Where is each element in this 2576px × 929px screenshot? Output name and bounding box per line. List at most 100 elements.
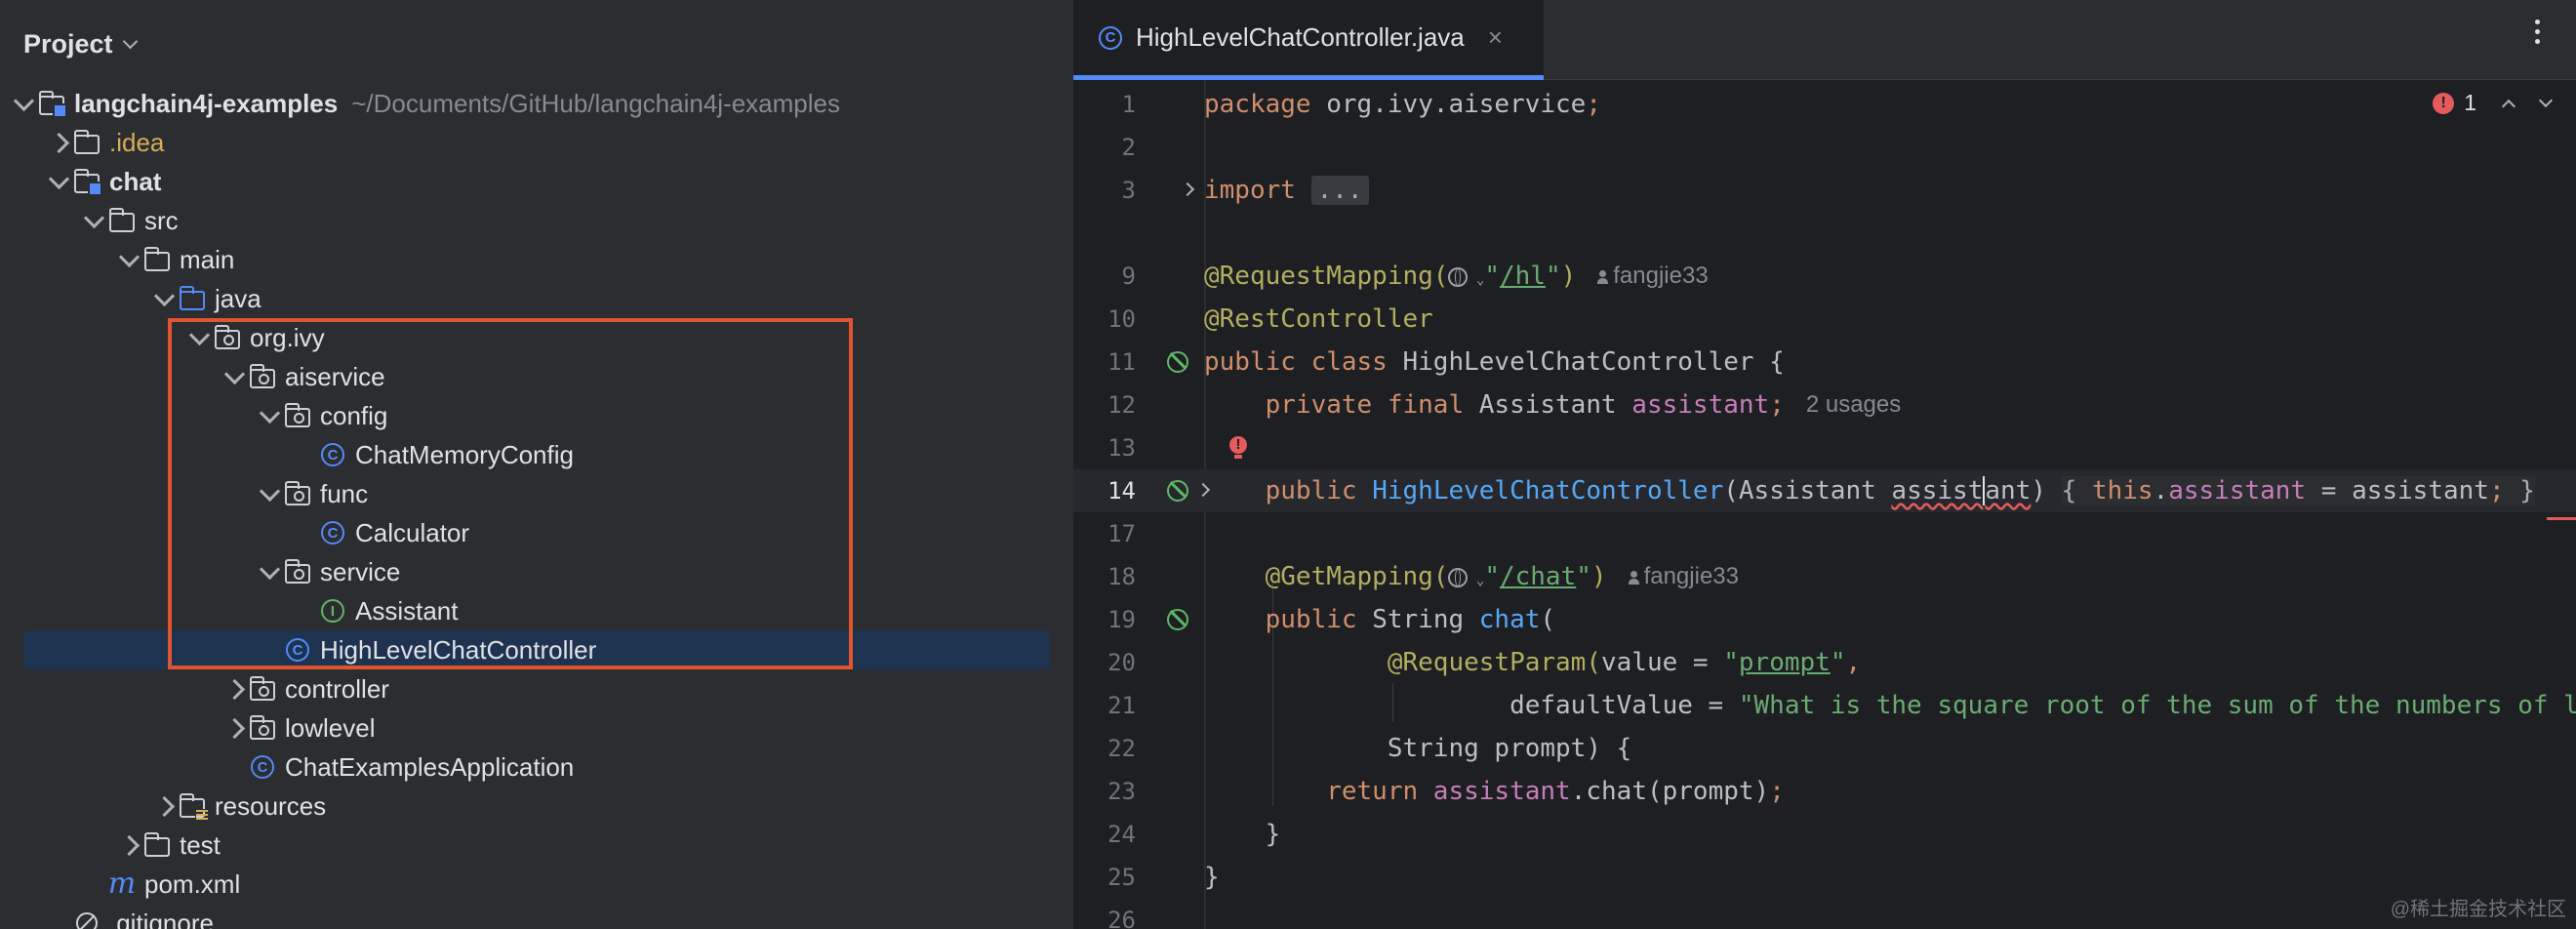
tree-item-label: HighLevelChatController	[320, 634, 597, 665]
spring-bean-icon[interactable]	[1167, 351, 1188, 373]
project-path: ~/Documents/GitHub/langchain4j-examples	[351, 88, 840, 118]
endpoint-icon[interactable]	[1167, 609, 1188, 630]
line-number: 3	[1121, 177, 1136, 204]
tree-item-label: Assistant	[355, 595, 459, 626]
chevron-down-icon[interactable]	[115, 240, 142, 279]
tree-item-resources[interactable]: resources	[150, 787, 1073, 826]
tree-item-label: main	[180, 244, 235, 274]
author-hint: fangjie33	[1628, 563, 1739, 590]
tree-item-chat[interactable]: chat	[45, 162, 1071, 201]
chevron-down-icon[interactable]	[150, 279, 178, 318]
class-icon: C	[1099, 25, 1122, 50]
interface-icon: I	[318, 597, 347, 625]
folder-icon	[142, 246, 172, 273]
code-line[interactable]: 13 !	[1073, 426, 2576, 469]
chevron-right-icon[interactable]	[221, 669, 248, 708]
tree-item-highlevelchatcontroller[interactable]: C HighLevelChatController	[23, 630, 1050, 669]
tree-item-aiservice[interactable]: aiservice	[221, 357, 1073, 396]
fold-chevron-icon[interactable]	[1180, 182, 1195, 197]
tree-item-label: .idea	[109, 127, 165, 157]
folded-imports[interactable]: ...	[1310, 176, 1369, 205]
code-line[interactable]: 12 private final Assistant assistant; 2 …	[1073, 384, 2576, 426]
tree-item-controller[interactable]: controller	[221, 669, 1073, 708]
code-line[interactable]: 1 package org.ivy.aiservice;	[1073, 83, 2576, 126]
chevron-down-icon[interactable]	[256, 396, 283, 435]
project-view-selector[interactable]: Project	[23, 26, 138, 61]
line-number: 23	[1107, 778, 1136, 805]
chevron-right-icon[interactable]	[115, 826, 142, 865]
code-line[interactable]: 9 @RequestMapping( ⌄"/hl") fangjie33	[1073, 255, 2576, 298]
tree-item-langchain4j-examples[interactable]: langchain4j-examples ~/Documents/GitHub/…	[10, 84, 1036, 123]
code-line[interactable]: 22 String prompt) {	[1073, 727, 2576, 770]
chevron-down-icon[interactable]	[256, 552, 283, 591]
code-line[interactable]: 20 @RequestParam(value = "prompt",	[1073, 641, 2576, 684]
author-hint: fangjie33	[1597, 263, 1709, 290]
watermark: @稀土掘金技术社区	[2390, 899, 2566, 920]
code-line[interactable]: 18 @GetMapping( ⌄"/chat") fangjie33	[1073, 555, 2576, 598]
tree-item-org-ivy[interactable]: org.ivy	[185, 318, 1073, 357]
line-number: 9	[1121, 263, 1136, 290]
line-number: 20	[1107, 649, 1136, 676]
code-line[interactable]: 10 @RestController	[1073, 298, 2576, 341]
code-line[interactable]: 17	[1073, 512, 2576, 555]
line-number: 14	[1107, 477, 1136, 505]
more-options-icon[interactable]	[2531, 20, 2543, 44]
code-line-current[interactable]: 14 public HighLevelChatController(Assist…	[1073, 469, 2576, 512]
chevron-down-icon[interactable]	[185, 318, 213, 357]
code-line[interactable]: 23 return assistant.chat(prompt);	[1073, 770, 2576, 813]
code-line[interactable]: 3 import ...	[1073, 169, 2576, 212]
chevron-down-icon[interactable]	[221, 357, 248, 396]
line-number: 11	[1107, 348, 1136, 376]
tree-item-label: org.ivy	[250, 322, 325, 352]
code-line[interactable]: 25 }	[1073, 856, 2576, 899]
person-icon	[1597, 269, 1609, 284]
line-number: 10	[1107, 305, 1136, 333]
tree-item-test[interactable]: test	[115, 826, 1073, 865]
tree-item-pom-xml[interactable]: m pom.xml	[80, 865, 1073, 904]
class-icon: C	[318, 441, 347, 468]
chevron-down-icon[interactable]	[45, 162, 72, 201]
class-icon: C	[283, 636, 312, 664]
error-stripe-marker[interactable]	[2547, 517, 2576, 520]
tree-item-lowlevel[interactable]: lowlevel	[221, 708, 1073, 747]
code-line[interactable]: 24 }	[1073, 813, 2576, 856]
editor-tab-highlevelchatcontroller[interactable]: C HighLevelChatController.java ×	[1073, 0, 1544, 80]
code-line[interactable]: 26	[1073, 899, 2576, 929]
error-bulb-icon[interactable]: !	[1229, 436, 1247, 459]
chevron-right-icon[interactable]	[221, 708, 248, 747]
tree-item-label: aiservice	[285, 361, 385, 391]
chevron-down-icon[interactable]	[10, 84, 37, 123]
chevron-right-icon[interactable]	[45, 123, 72, 162]
tree-item-idea[interactable]: .idea	[45, 123, 1071, 162]
code-editor[interactable]: C HighLevelChatController.java × ! 1 1 p…	[1073, 0, 2576, 929]
tree-item-java[interactable]: java	[150, 279, 1073, 318]
person-icon	[1628, 570, 1639, 585]
tree-item-chatmemoryconfig[interactable]: C ChatMemoryConfig	[291, 435, 1073, 474]
module-folder-icon	[72, 168, 102, 196]
chevron-down-icon[interactable]	[256, 474, 283, 513]
close-icon[interactable]: ×	[1488, 22, 1503, 53]
globe-icon[interactable]	[1448, 266, 1469, 287]
folder-icon	[142, 831, 172, 859]
class-icon: C	[318, 519, 347, 546]
tree-item-src[interactable]: src	[80, 201, 1073, 240]
chevron-down-icon[interactable]	[80, 201, 107, 240]
code-line[interactable]: 11 public class HighLevelChatController …	[1073, 341, 2576, 384]
tree-item-config[interactable]: config	[256, 396, 1073, 435]
tree-item-main[interactable]: main	[115, 240, 1073, 279]
globe-icon[interactable]	[1448, 567, 1469, 587]
tree-item-calculator[interactable]: C Calculator	[291, 513, 1073, 552]
tree-item-assistant[interactable]: I Assistant	[291, 591, 1073, 630]
tree-item-chatexamplesapplication[interactable]: C ChatExamplesApplication	[221, 747, 1073, 787]
code-line[interactable]: 21 defaultValue = "What is the square ro…	[1073, 684, 2576, 727]
spring-bean-icon[interactable]	[1167, 480, 1188, 502]
usages-hint[interactable]: 2 usages	[1806, 391, 1901, 419]
tree-item-service[interactable]: service	[256, 552, 1073, 591]
tree-item-gitignore[interactable]: .gitignore	[45, 904, 1071, 929]
chevron-right-icon[interactable]	[150, 787, 178, 826]
line-number: 22	[1107, 735, 1136, 762]
line-number: 18	[1107, 563, 1136, 590]
tree-item-func[interactable]: func	[256, 474, 1073, 513]
code-line[interactable]: 19 public String chat(	[1073, 598, 2576, 641]
code-line[interactable]: 2	[1073, 126, 2576, 169]
